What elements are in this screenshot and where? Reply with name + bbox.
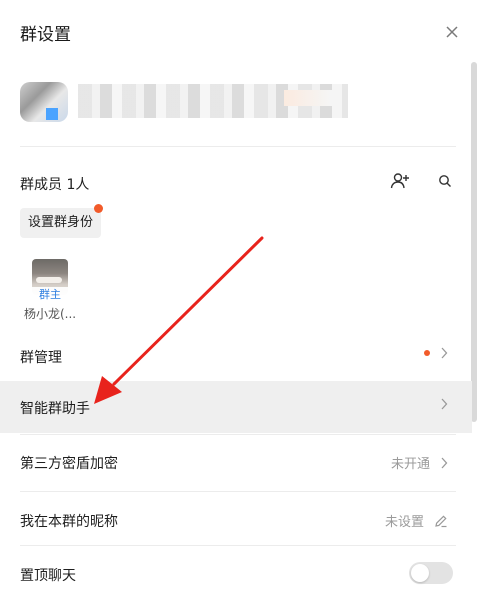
search-icon[interactable] (438, 174, 452, 188)
row-smart-assistant[interactable]: 智能群助手 (0, 381, 472, 433)
group-name-blurred (78, 84, 348, 118)
header: 群设置 (0, 0, 480, 64)
row-label: 置顶聊天 (20, 568, 76, 584)
owner-role-badge: 群主 (32, 287, 68, 303)
notification-dot (424, 350, 430, 356)
row-pin-chat: 置顶聊天 (0, 548, 472, 600)
divider (20, 434, 456, 435)
add-member-icon[interactable] (390, 172, 410, 190)
member-name: 杨小龙(... (24, 307, 77, 321)
row-label: 群管理 (20, 350, 62, 366)
row-my-nickname[interactable]: 我在本群的昵称 未设置 (0, 494, 472, 546)
pin-chat-toggle[interactable] (409, 562, 453, 584)
close-icon[interactable] (442, 22, 462, 42)
divider (20, 545, 456, 546)
group-info-card[interactable] (20, 80, 360, 126)
set-group-role-button[interactable]: 设置群身份 (20, 208, 102, 238)
row-group-manage[interactable]: 群管理 (0, 330, 472, 382)
group-avatar (20, 82, 68, 122)
nickname-value: 未设置 (384, 515, 424, 530)
page-title: 群设置 (20, 25, 71, 45)
divider (20, 491, 456, 492)
chevron-right-icon (441, 398, 448, 410)
notification-dot (94, 204, 103, 213)
members-count-label: 群成员 1人 (20, 177, 90, 193)
encryption-status: 未开通 (390, 457, 430, 472)
row-encryption[interactable]: 第三方密盾加密 未开通 (0, 436, 472, 488)
row-label: 第三方密盾加密 (20, 456, 118, 472)
chevron-right-icon (441, 457, 448, 468)
divider (20, 146, 456, 147)
row-label: 我在本群的昵称 (20, 514, 118, 530)
chevron-right-icon (441, 347, 448, 359)
edit-icon[interactable] (434, 514, 448, 528)
row-label: 智能群助手 (20, 401, 90, 417)
